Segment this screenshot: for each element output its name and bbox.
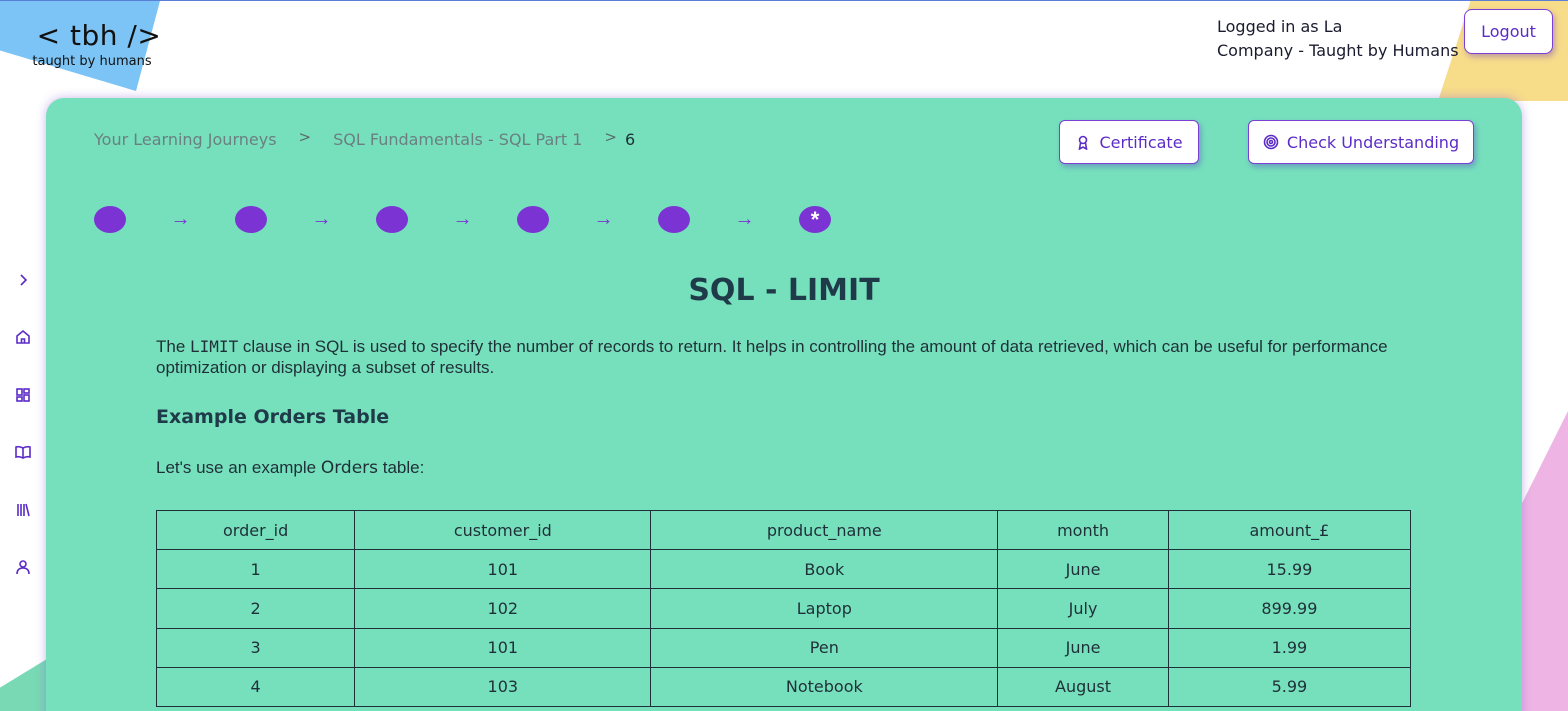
column-header: order_id [155,509,356,551]
table-cell: 101 [354,627,652,668]
logo-mark: < tbh /> [36,19,162,52]
table-cell: June [997,627,1169,668]
column-header: customer_id [354,509,652,551]
chevron-right-icon [20,274,28,286]
table-row: 1 101 Book June 15.99 [155,549,1412,590]
table-body: 1 101 Book June 15.99 2 102 Laptop July 899.99 3 10… [155,549,1412,707]
logo-tagline: taught by humans [32,54,152,69]
column-header: amount_£ [1167,509,1412,551]
breadcrumb-chevron-icon: > [298,127,312,146]
user-icon [16,560,30,575]
table-lead: Let's use an example Orders table: [156,458,1416,478]
sidebar-rail [12,251,34,596]
step-dot-4[interactable] [517,206,549,233]
step-dot-1[interactable] [94,206,126,233]
check-understanding-button[interactable]: Check Understanding [1248,120,1474,164]
step-dot-3[interactable] [376,206,408,233]
table-cell: 103 [354,666,652,707]
sidebar-item-profile[interactable] [12,539,34,597]
table-cell: Notebook [650,666,999,707]
lesson-title: SQL - LIMIT [688,273,880,308]
sidebar-item-library[interactable] [12,481,34,539]
section-title: Example Orders Table [156,406,390,428]
table-cell: 102 [354,588,652,629]
user-company: Company - Taught by Humans [1217,41,1459,60]
user-info: Logged in as La Company - Taught by Huma… [1217,15,1459,63]
column-header: product_name [650,509,999,551]
table-cell: Book [650,549,999,590]
table-cell: 15.99 [1167,549,1412,590]
breadcrumb-learning-journeys[interactable]: Your Learning Journeys [94,130,277,149]
sidebar-item-home[interactable] [12,309,34,367]
dashboard-icon [16,387,30,402]
certificate-button[interactable]: Certificate [1059,120,1199,164]
table-cell: Pen [650,627,999,668]
table-cell: 4 [155,666,356,707]
table-row: 4 103 Notebook August 5.99 [155,666,1412,707]
expand-sidebar-button[interactable] [12,251,34,309]
breadcrumb-course[interactable]: SQL Fundamentals - SQL Part 1 [333,130,582,149]
library-icon [17,503,30,516]
breadcrumb-chevron-icon: > [604,127,617,146]
intro-text: clause in SQL is used to specify the num… [156,337,1388,377]
sidebar-item-dashboard[interactable] [12,366,34,424]
lead-text: Let's use an example [156,458,321,477]
step-dot-current[interactable]: * [799,206,831,233]
arrow-right-icon: → [452,208,473,230]
arrow-right-icon: → [311,208,332,230]
table-cell: 3 [155,627,356,668]
table-cell: July [997,588,1169,629]
book-icon [15,446,31,460]
table-cell: 899.99 [1167,588,1412,629]
table-cell: Laptop [650,588,999,629]
target-icon [1263,134,1279,150]
check-understanding-label: Check Understanding [1286,132,1460,152]
column-header: month [997,509,1169,551]
award-icon [1078,135,1088,150]
table-header-row: order_id customer_id product_name month amou… [155,509,1412,551]
lesson-progress: → → → → → * [94,206,831,233]
logged-in-as: Logged in as La [1217,17,1343,36]
sidebar-item-courses[interactable] [12,424,34,482]
table-cell: June [997,549,1169,590]
lead-table-name: Orders [320,458,379,478]
arrow-right-icon: → [593,208,614,230]
breadcrumb: Your Learning Journeys > SQL Fundamental… [94,127,636,150]
certificate-button-label: Certificate [1099,132,1183,152]
table-row: 3 101 Pen June 1.99 [155,627,1412,668]
logout-button[interactable]: Logout [1464,9,1553,54]
table-cell: 5.99 [1167,666,1412,707]
table-cell: 1.99 [1167,627,1412,668]
arrow-right-icon: → [170,208,191,230]
orders-table: order_id customer_id product_name month amou… [155,509,1412,707]
lesson-content: The LIMIT clause in SQL is used to speci… [156,336,1416,478]
table-cell: 2 [155,588,356,629]
table-cell: 101 [354,549,652,590]
lead-text: table: [378,458,425,477]
breadcrumb-current: 6 [624,130,636,149]
step-dot-5[interactable] [658,206,690,233]
table-cell: August [997,666,1169,707]
home-icon [16,330,30,345]
inline-code: LIMIT [190,337,239,356]
intro-text: The [156,337,191,356]
logo[interactable]: < tbh /> taught by humans [32,19,164,69]
table-cell: 1 [155,549,356,590]
lesson-intro: The LIMIT clause in SQL is used to speci… [156,336,1416,378]
table-row: 2 102 Laptop July 899.99 [155,588,1412,629]
arrow-right-icon: → [734,208,755,230]
lesson-card: Your Learning Journeys > SQL Fundamental… [46,98,1522,711]
step-dot-2[interactable] [235,206,267,233]
